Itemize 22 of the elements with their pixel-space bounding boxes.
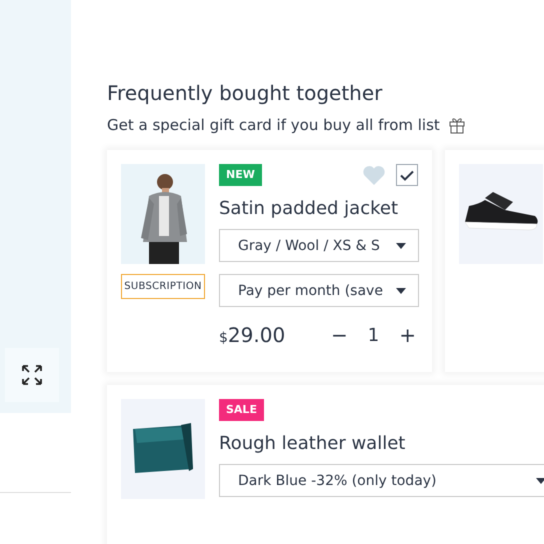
decrease-button[interactable]: − xyxy=(329,323,350,347)
option-dropdown[interactable]: Dark Blue -32% (only today) xyxy=(219,464,544,497)
increase-button[interactable]: + xyxy=(397,323,418,347)
caret-icon xyxy=(536,478,544,484)
product-title: Rough leather wallet xyxy=(219,433,406,454)
section-title: Frequently bought together xyxy=(107,80,384,106)
caret-icon xyxy=(396,242,406,248)
expand-button[interactable] xyxy=(5,348,59,402)
gift-card-text: Get a special gift card if you buy all from list xyxy=(107,116,440,134)
gift-icon xyxy=(448,116,466,134)
option-dropdown[interactable]: Gray / Wool / XS & S xyxy=(219,229,419,262)
product-badge: NEW xyxy=(219,164,262,186)
expand-icon xyxy=(21,364,43,386)
product-title: Satin padded jacket xyxy=(219,198,400,219)
product-price: $29.00 xyxy=(219,323,286,347)
select-checkbox[interactable] xyxy=(396,164,418,186)
subscription-tag: SUBSCRIPTION xyxy=(121,274,205,299)
check-icon xyxy=(400,170,414,180)
option-dropdown[interactable]: Pay per month (save xyxy=(219,274,419,307)
product-badge: SALE xyxy=(219,399,264,421)
caret-icon xyxy=(396,288,406,294)
quantity-value: 1 xyxy=(368,324,380,346)
